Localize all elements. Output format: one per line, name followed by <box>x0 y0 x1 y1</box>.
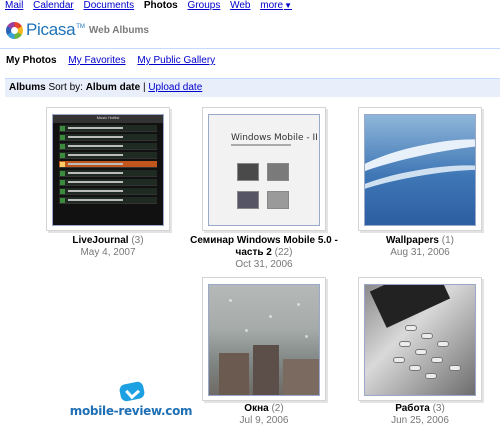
seminar-cover: Windows Mobile - II <box>208 114 320 226</box>
album-date: Jun 25, 2006 <box>391 415 449 426</box>
header-divider <box>0 48 500 49</box>
livejournal-cover-header: Music Hotlist <box>53 115 163 123</box>
logo-wordmark: Picasa <box>26 20 76 39</box>
album-count: (3) <box>131 235 144 246</box>
album-caption-okna: Окна (2) Jul 9, 2006 <box>179 403 349 427</box>
mobile-review-watermark: mobile-review.com <box>66 380 196 423</box>
album-thumbnail-okna[interactable] <box>202 277 326 401</box>
gbar-current-photos: Photos <box>143 0 178 11</box>
album-caption-livejournal: LiveJournal (3) May 4, 2007 <box>23 235 193 259</box>
sort-upload-date-link[interactable]: Upload date <box>148 82 202 93</box>
album-name[interactable]: Семинар Windows Mobile 5.0 - часть 2 <box>190 235 338 258</box>
okna-cover <box>208 284 320 396</box>
wallpapers-cover <box>364 114 476 226</box>
gbar-link-groups[interactable]: Groups <box>188 0 221 11</box>
picasa-logo[interactable]: Picasa TM Web Albums <box>6 19 149 41</box>
album-date: Oct 31, 2006 <box>235 259 293 270</box>
album-date: May 4, 2007 <box>80 247 136 258</box>
gbar-more-label: more <box>260 0 284 11</box>
gbar-link-web[interactable]: Web <box>230 0 250 11</box>
album-caption-wallpapers: Wallpapers (1) Aug 31, 2006 <box>335 235 500 259</box>
rabota-cover <box>364 284 476 396</box>
album-count: (2) <box>271 403 284 414</box>
gbar-more-menu[interactable]: more▼ <box>260 0 299 11</box>
sort-label: Sort by: <box>48 82 83 93</box>
gbar-link-calendar[interactable]: Calendar <box>33 0 74 11</box>
google-bar: Mail Calendar Documents Photos Groups We… <box>0 0 500 14</box>
album-count: (22) <box>274 247 293 258</box>
picasa-pinwheel-icon <box>6 21 23 39</box>
watermark-text: mobile-review.com <box>69 404 193 418</box>
logo-trademark: TM <box>76 24 85 30</box>
album-caption-rabota: Работа (3) Jun 25, 2006 <box>335 403 500 427</box>
album-thumbnail-livejournal[interactable]: Music Hotlist <box>46 107 170 231</box>
albums-heading: Albums <box>9 82 46 93</box>
album-thumbnail-wallpapers[interactable] <box>358 107 482 231</box>
seminar-cover-title: Windows Mobile - II <box>231 133 318 143</box>
livejournal-cover: Music Hotlist <box>52 114 164 226</box>
gbar-link-documents[interactable]: Documents <box>84 0 135 11</box>
album-name[interactable]: Работа <box>395 403 430 414</box>
album-date: Aug 31, 2006 <box>390 247 450 258</box>
gbar-link-mail[interactable]: Mail <box>5 0 23 11</box>
album-thumbnail-seminar[interactable]: Windows Mobile - II <box>202 107 326 231</box>
album-count: (1) <box>441 235 454 246</box>
tab-my-public-gallery[interactable]: My Public Gallery <box>137 55 215 66</box>
mobile-review-logo-icon <box>118 380 146 403</box>
album-thumbnail-rabota[interactable] <box>358 277 482 401</box>
section-tabs: My Photos My Favorites My Public Gallery <box>6 55 224 66</box>
album-name[interactable]: Окна <box>244 403 268 414</box>
album-date: Jul 9, 2006 <box>239 415 289 426</box>
album-caption-seminar: Семинар Windows Mobile 5.0 - часть 2 (22… <box>179 235 349 271</box>
sort-divider: | <box>142 82 146 93</box>
albums-toolbar: Albums Sort by: Album date | Upload date <box>5 78 500 97</box>
sort-album-date: Album date <box>85 82 141 93</box>
tab-my-favorites[interactable]: My Favorites <box>68 55 125 66</box>
logo-subtitle: Web Albums <box>88 24 149 36</box>
chevron-down-icon: ▼ <box>284 1 292 10</box>
album-name[interactable]: LiveJournal <box>72 235 128 246</box>
tab-my-photos: My Photos <box>6 55 57 66</box>
album-name[interactable]: Wallpapers <box>386 235 439 246</box>
album-count: (3) <box>432 403 445 414</box>
